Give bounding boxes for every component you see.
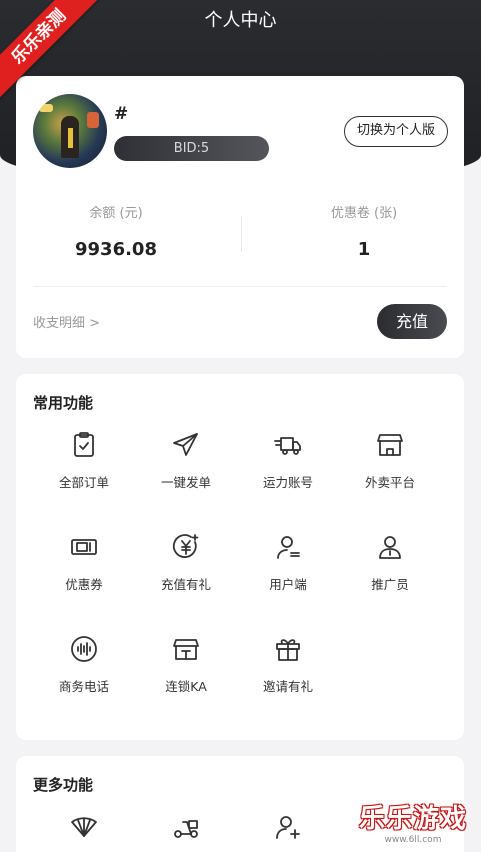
all-orders-item[interactable]: 全部订单 <box>33 430 135 506</box>
grid-label: 运力账号 <box>262 475 313 490</box>
gift-icon <box>276 639 300 661</box>
recharge-button[interactable]: 充值 <box>377 304 447 339</box>
invite-gift-item[interactable]: 邀请有礼 <box>237 634 339 710</box>
balance-stat[interactable]: 余额 (元) 9936.08 <box>16 204 216 262</box>
quick-dispatch-item[interactable]: 一键发单 <box>135 430 237 506</box>
storefront-icon <box>377 434 403 456</box>
business-phone-item[interactable]: 商务电话 <box>33 634 135 710</box>
yen-coin-icon <box>172 534 199 558</box>
coupon-item[interactable]: 优惠券 <box>33 532 135 608</box>
more-item-fan[interactable] <box>33 812 135 852</box>
courier-account-item[interactable]: 运力账号 <box>237 430 339 506</box>
grid-label: 连锁KA <box>165 679 207 694</box>
watermark-url: www.6ll.com <box>384 835 442 845</box>
watermark-logo: 乐乐游戏 www.6ll.com <box>353 804 473 846</box>
chain-ka-item[interactable]: 连锁KA <box>135 634 237 710</box>
grid-label: 充值有礼 <box>160 577 211 592</box>
ticket-icon <box>71 539 97 555</box>
paper-plane-icon <box>173 433 198 456</box>
section-title: 常用功能 <box>33 394 94 412</box>
grid-label: 推广员 <box>371 577 409 592</box>
section-title: 更多功能 <box>33 776 94 794</box>
takeout-platform-item[interactable]: 外卖平台 <box>339 430 441 506</box>
coupon-value: 1 <box>357 239 371 260</box>
phone-wave-icon <box>71 636 97 662</box>
coupon-label: 优惠卷 (张) <box>330 206 398 221</box>
delivery-truck-icon <box>274 437 301 455</box>
divider <box>33 286 447 287</box>
user-client-item[interactable]: 用户端 <box>237 532 339 608</box>
watermark-brand: 乐乐游戏 <box>358 804 467 834</box>
grid-label: 优惠券 <box>65 577 103 592</box>
stat-divider <box>241 216 242 252</box>
chain-store-icon <box>173 639 199 660</box>
user-card-icon <box>277 536 300 559</box>
grid-label: 邀请有礼 <box>262 679 313 694</box>
add-user-icon <box>276 816 300 839</box>
switch-to-personal-button[interactable]: 切换为个人版 <box>343 116 448 147</box>
recharge-gift-item[interactable]: 充值有礼 <box>135 532 237 608</box>
grid-label: 全部订单 <box>58 475 109 490</box>
fan-icon <box>71 817 97 837</box>
function-grid: 全部订单 一键发单 运力账号 外卖平台 优惠券 充值有礼 用户端 推广员 商务电… <box>33 430 441 710</box>
grid-label: 一键发单 <box>160 475 211 490</box>
balance-value: 9936.08 <box>75 239 157 260</box>
bid-badge: BID:5 <box>114 136 269 161</box>
grid-label: 商务电话 <box>58 679 109 694</box>
scooter-icon <box>174 820 198 838</box>
common-functions-card: 常用功能 全部订单 一键发单 运力账号 外卖平台 优惠券 充值有礼 用户端 推广… <box>16 374 464 740</box>
coupon-stat[interactable]: 优惠卷 (张) 1 <box>264 204 464 262</box>
watermark-ribbon-text: 乐乐亲测 <box>0 0 103 101</box>
balance-label: 余额 (元) <box>89 206 143 221</box>
more-item-add-user[interactable] <box>237 812 339 852</box>
username: # <box>114 104 129 124</box>
promoter-item[interactable]: 推广员 <box>339 532 441 608</box>
grid-label: 用户端 <box>269 577 307 592</box>
transaction-detail-link[interactable]: 收支明细 > <box>33 312 100 331</box>
user-badge-icon <box>379 536 401 559</box>
profile-card: # BID:5 切换为个人版 余额 (元) 9936.08 优惠卷 (张) 1 … <box>16 76 464 358</box>
grid-label: 外卖平台 <box>364 475 415 490</box>
clipboard-check-icon <box>74 432 94 457</box>
watermark-ribbon: 乐乐亲测 <box>0 0 110 110</box>
more-item-scooter[interactable] <box>135 812 237 852</box>
